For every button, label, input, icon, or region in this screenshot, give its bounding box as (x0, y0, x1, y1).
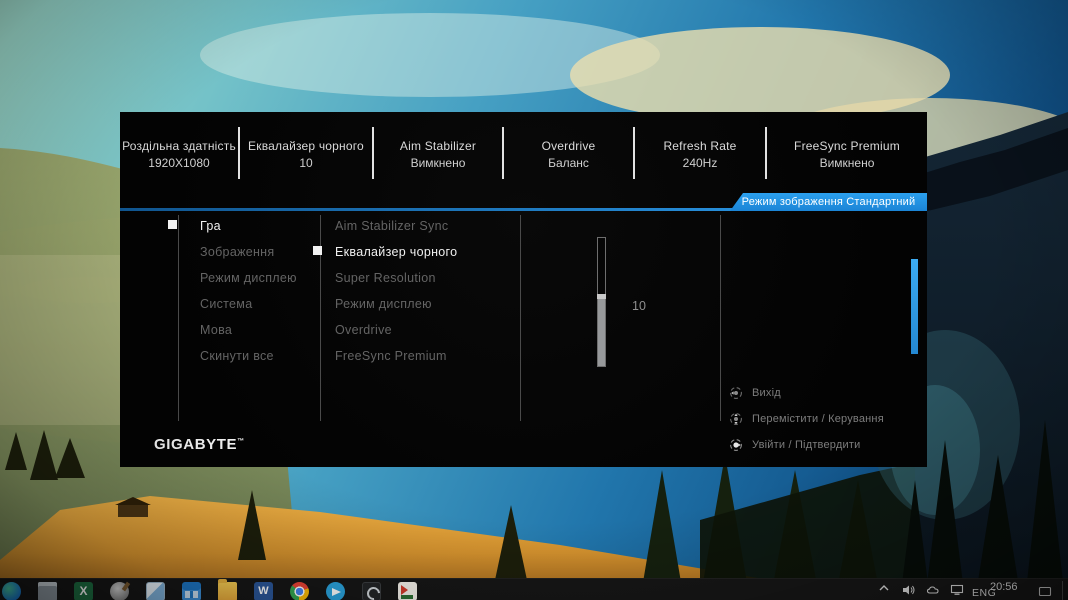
column-divider (720, 215, 721, 421)
menu-item-system[interactable]: Система (200, 291, 297, 317)
slider-thumb[interactable] (597, 294, 606, 299)
picture-mode-label: Режим зображення Стандартний (742, 196, 916, 208)
joystick-left-icon (728, 385, 744, 401)
submenu-item-aim-stabilizer-sync[interactable]: Aim Stabilizer Sync (335, 213, 457, 239)
status-freesync: FreeSync Premium Вимкнено (767, 126, 927, 186)
gigabyte-logo: GIGABYTE™ (154, 436, 244, 453)
hint-enter: Увійти / Підтвердити (728, 432, 884, 458)
status-resolution: Роздільна здатність 1920X1080 (120, 126, 238, 186)
selected-marker-icon (168, 220, 177, 229)
gimp-icon[interactable] (110, 582, 129, 600)
taskbar: X W ENG (0, 578, 1068, 600)
hint-exit-label: Вихід (752, 387, 781, 399)
hint-enter-label: Увійти / Підтвердити (752, 439, 860, 451)
status-refresh-rate: Refresh Rate 240Hz (635, 126, 765, 186)
status-overdrive: Overdrive Баланс (504, 126, 633, 186)
column-divider (178, 215, 179, 421)
document-app-icon[interactable] (146, 582, 165, 600)
hidden-icons-chevron-icon[interactable] (878, 584, 890, 592)
osd-status-row: Роздільна здатність 1920X1080 Еквалайзер… (120, 126, 927, 186)
osd-hints: Вихід Перемістити / Керування Увійти / П… (728, 380, 884, 458)
menu-item-reset-all[interactable]: Скинути все (200, 343, 297, 369)
osd-scrollbar (911, 259, 918, 354)
unity-icon[interactable] (362, 582, 381, 600)
hint-move-label: Перемістити / Керування (752, 413, 884, 425)
menu-item-picture[interactable]: Зображення (200, 239, 297, 265)
chrome-icon[interactable] (290, 582, 309, 600)
submenu-item-display-mode[interactable]: Режим дисплею (335, 291, 457, 317)
hint-exit: Вихід (728, 380, 884, 406)
slider-fill (598, 297, 605, 366)
black-equalizer-slider[interactable] (597, 237, 606, 367)
osd-sub-menu: Aim Stabilizer Sync Еквалайзер чорного S… (335, 213, 457, 369)
osd-panel: Роздільна здатність 1920X1080 Еквалайзер… (120, 112, 927, 467)
menu-item-game[interactable]: Гра (200, 213, 297, 239)
clock[interactable]: 20:56 (990, 581, 1018, 593)
status-aim-stabilizer: Aim Stabilizer Вимкнено (374, 126, 502, 186)
submenu-item-freesync-premium[interactable]: FreeSync Premium (335, 343, 457, 369)
network-icon[interactable] (950, 584, 965, 596)
calculator-icon[interactable] (182, 582, 201, 600)
show-desktop-button[interactable] (1062, 581, 1063, 600)
onedrive-cloud-icon[interactable] (926, 584, 941, 595)
slider-value: 10 (632, 299, 646, 313)
submenu-item-black-equalizer[interactable]: Еквалайзер чорного (335, 239, 457, 265)
osd-main-menu: Гра Зображення Режим дисплею Система Мов… (200, 213, 297, 369)
hint-move: Перемістити / Керування (728, 406, 884, 432)
menu-item-language[interactable]: Мова (200, 317, 297, 343)
column-divider (520, 215, 521, 421)
menu-item-display-mode[interactable]: Режим дисплею (200, 265, 297, 291)
file-explorer-icon[interactable] (218, 582, 237, 600)
submenu-item-overdrive[interactable]: Overdrive (335, 317, 457, 343)
taskbar-icons: X W (2, 582, 417, 600)
excel-icon[interactable]: X (74, 582, 93, 600)
word-icon[interactable]: W (254, 582, 273, 600)
desktop: Роздільна здатність 1920X1080 Еквалайзер… (0, 0, 1068, 600)
picture-mode-badge: Режим зображення Стандартний (730, 193, 927, 211)
joystick-press-icon (728, 437, 744, 453)
volume-icon[interactable] (902, 584, 916, 596)
telegram-icon[interactable] (326, 582, 345, 600)
action-center-icon[interactable] (1038, 586, 1052, 597)
submenu-item-super-resolution[interactable]: Super Resolution (335, 265, 457, 291)
selected-marker-icon (313, 246, 322, 255)
media-app-icon[interactable] (398, 582, 417, 600)
trademark-symbol: ™ (237, 438, 244, 445)
status-black-equalizer: Еквалайзер чорного 10 (240, 126, 372, 186)
app-window-icon[interactable] (38, 582, 57, 600)
edge-icon[interactable] (2, 582, 21, 600)
joystick-updown-icon (728, 411, 744, 427)
